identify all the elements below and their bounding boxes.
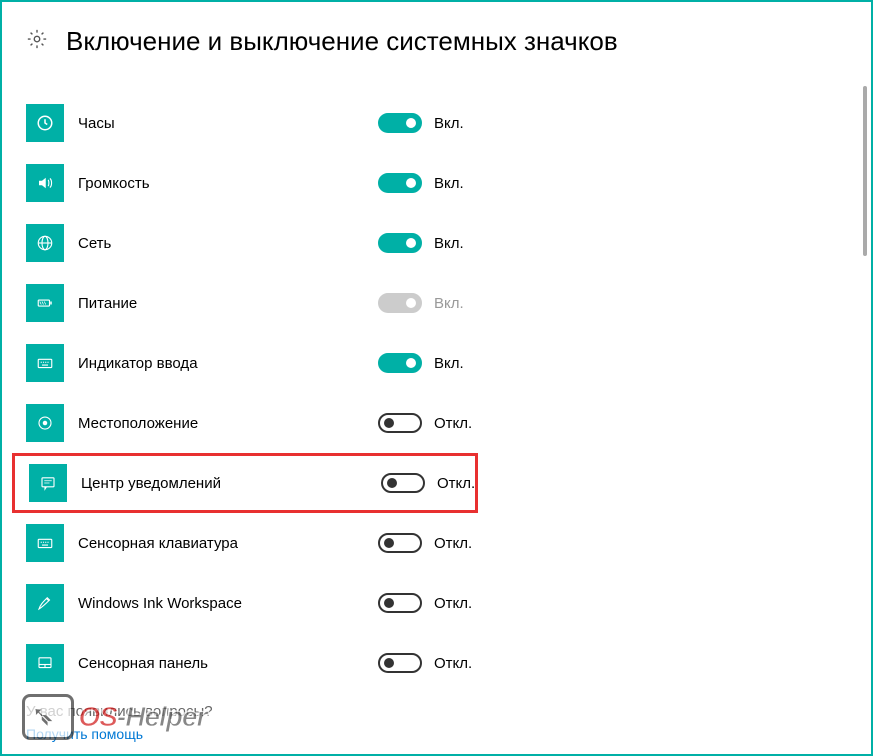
- toggle-wrap: Вкл.: [378, 113, 464, 133]
- setting-label: Питание: [78, 295, 378, 312]
- toggle-volume[interactable]: [378, 173, 422, 193]
- setting-label: Часы: [78, 115, 378, 132]
- toggle-wrap: Откл.: [378, 413, 472, 433]
- setting-row-touch-keyboard: Сенсорная клавиатура Откл.: [26, 513, 851, 573]
- setting-label: Громкость: [78, 175, 378, 192]
- toggle-state-text: Откл.: [434, 595, 472, 612]
- toggle-network[interactable]: [378, 233, 422, 253]
- toggle-touch-keyboard[interactable]: [378, 533, 422, 553]
- toggle-clock[interactable]: [378, 113, 422, 133]
- toggle-state-text: Откл.: [434, 655, 472, 672]
- setting-row-ink: Windows Ink Workspace Откл.: [26, 573, 851, 633]
- keyboard-icon: [26, 524, 64, 562]
- setting-label: Центр уведомлений: [81, 475, 381, 492]
- message-icon: [29, 464, 67, 502]
- setting-label: Сенсорная панель: [78, 655, 378, 672]
- toggle-wrap: Откл.: [378, 653, 472, 673]
- toggle-wrap: Вкл.: [378, 173, 464, 193]
- toggle-location[interactable]: [378, 413, 422, 433]
- toggle-power: [378, 293, 422, 313]
- globe-icon: [26, 224, 64, 262]
- pen-icon: [26, 584, 64, 622]
- toggle-wrap: Вкл.: [378, 233, 464, 253]
- setting-row-input-indicator: Индикатор ввода Вкл.: [26, 333, 851, 393]
- setting-row-clock: Часы Вкл.: [26, 93, 851, 153]
- toggle-wrap: Вкл.: [378, 353, 464, 373]
- setting-label: Windows Ink Workspace: [78, 595, 378, 612]
- scrollbar[interactable]: [863, 86, 867, 256]
- setting-row-volume: Громкость Вкл.: [26, 153, 851, 213]
- toggle-input-indicator[interactable]: [378, 353, 422, 373]
- toggle-touchpad[interactable]: [378, 653, 422, 673]
- setting-row-network: Сеть Вкл.: [26, 213, 851, 273]
- setting-row-action-center: Центр уведомлений Откл.: [12, 453, 478, 513]
- toggle-state-text: Вкл.: [434, 175, 464, 192]
- toggle-wrap: Откл.: [381, 473, 475, 493]
- setting-row-location: Местоположение Откл.: [26, 393, 851, 453]
- toggle-wrap: Откл.: [378, 533, 472, 553]
- page-title: Включение и выключение системных значков: [66, 26, 618, 57]
- clock-icon: [26, 104, 64, 142]
- help-link[interactable]: Получить помощь: [26, 726, 213, 742]
- page-header: Включение и выключение системных значков: [26, 26, 851, 57]
- toggle-action-center[interactable]: [381, 473, 425, 493]
- battery-icon: [26, 284, 64, 322]
- keyboard-icon: [26, 344, 64, 382]
- help-question: У вас появились вопросы?: [26, 703, 213, 720]
- toggle-wrap: Откл.: [378, 593, 472, 613]
- toggle-ink[interactable]: [378, 593, 422, 613]
- toggle-state-text: Вкл.: [434, 355, 464, 372]
- toggle-state-text: Откл.: [434, 415, 472, 432]
- toggle-state-text: Вкл.: [434, 115, 464, 132]
- volume-icon: [26, 164, 64, 202]
- gear-icon: [26, 28, 48, 55]
- touchpad-icon: [26, 644, 64, 682]
- help-footer: У вас появились вопросы? Получить помощь: [26, 703, 213, 742]
- toggle-state-text: Откл.: [434, 535, 472, 552]
- setting-label: Местоположение: [78, 415, 378, 432]
- system-icons-list: Часы Вкл. Громкость Вкл. Сеть Вкл. Питание Вкл.…: [26, 93, 851, 693]
- toggle-state-text: Вкл.: [434, 235, 464, 252]
- target-icon: [26, 404, 64, 442]
- toggle-state-text: Откл.: [437, 475, 475, 492]
- setting-label: Индикатор ввода: [78, 355, 378, 372]
- setting-row-touchpad: Сенсорная панель Откл.: [26, 633, 851, 693]
- setting-label: Сеть: [78, 235, 378, 252]
- setting-row-power: Питание Вкл.: [26, 273, 851, 333]
- setting-label: Сенсорная клавиатура: [78, 535, 378, 552]
- toggle-wrap: Вкл.: [378, 293, 464, 313]
- toggle-state-text: Вкл.: [434, 295, 464, 312]
